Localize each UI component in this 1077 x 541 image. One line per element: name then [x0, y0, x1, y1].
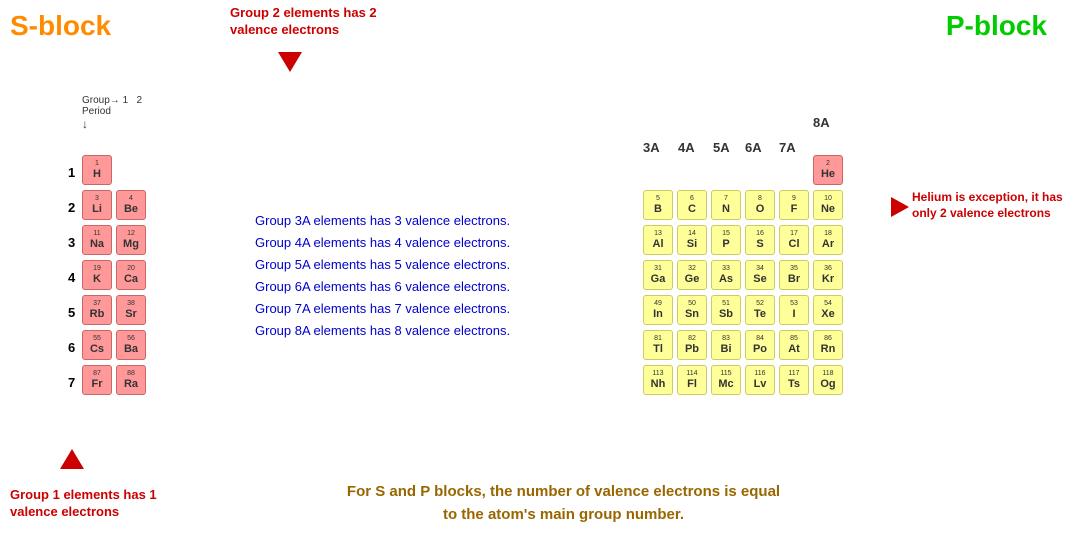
bottom-text-line2: to the atom's main group number. [443, 506, 684, 523]
s-block-label: S-block [10, 10, 111, 42]
element-In: 49 In [643, 295, 673, 325]
element-As: 33 As [711, 260, 741, 290]
element-Kr: 36 Kr [813, 260, 843, 290]
group-header: Group→ 1 2 Period ↓ [82, 95, 142, 131]
group-arrow-label: Group→ 1 [82, 95, 128, 106]
element-Br: 35 Br [779, 260, 809, 290]
element-Ga: 31 Ga [643, 260, 673, 290]
period-4: 4 [68, 270, 75, 285]
element-C: 6 C [677, 190, 707, 220]
element-Fr: 87 Fr [82, 365, 112, 395]
element-Li: 3 Li [82, 190, 112, 220]
page: S-block P-block Group 2 elements has 2 v… [0, 0, 1077, 541]
group-3a-info: Group 3A elements has 3 valence electron… [255, 210, 510, 232]
element-Xe: 54 Xe [813, 295, 843, 325]
group2-line2: valence electrons [230, 22, 339, 37]
element-Bi: 83 Bi [711, 330, 741, 360]
element-Rn: 86 Rn [813, 330, 843, 360]
p-block-label: P-block [946, 10, 1047, 42]
element-Sb: 51 Sb [711, 295, 741, 325]
element-Rb: 37 Rb [82, 295, 112, 325]
element-S: 16 S [745, 225, 775, 255]
group-5a-info: Group 5A elements has 5 valence electron… [255, 254, 510, 276]
element-Be: 4 Be [116, 190, 146, 220]
group1-arrow [60, 449, 84, 469]
element-N: 7 N [711, 190, 741, 220]
period-5: 5 [68, 305, 75, 320]
period-3: 3 [68, 235, 75, 250]
helium-annotation: Helium is exception, it has only 2 valen… [912, 190, 1072, 221]
element-At: 85 At [779, 330, 809, 360]
group2-annotation: Group 2 elements has 2 valence electrons [230, 5, 377, 39]
element-Ge: 32 Ge [677, 260, 707, 290]
element-He: 2 He [813, 155, 843, 185]
element-Mc: 115 Mc [711, 365, 741, 395]
period-1: 1 [68, 165, 75, 180]
element-Ba: 56 Ba [116, 330, 146, 360]
element-Lv: 116 Lv [745, 365, 775, 395]
header-3a: 3A [643, 140, 660, 155]
group2-line1: Group 2 elements has 2 [230, 5, 377, 20]
element-Sr: 38 Sr [116, 295, 146, 325]
header-8a: 8A [813, 115, 830, 130]
group-info-text: Group 3A elements has 3 valence electron… [255, 210, 510, 343]
element-I: 53 I [779, 295, 809, 325]
element-Sn: 50 Sn [677, 295, 707, 325]
header-4a: 4A [678, 140, 695, 155]
element-F: 9 F [779, 190, 809, 220]
element-Ra: 88 Ra [116, 365, 146, 395]
element-Po: 84 Po [745, 330, 775, 360]
element-Ts: 117 Ts [779, 365, 809, 395]
period-down-arrow: ↓ [82, 117, 88, 131]
header-7a: 7A [779, 140, 796, 155]
element-Pb: 82 Pb [677, 330, 707, 360]
bottom-text-line1: For S and P blocks, the number of valenc… [347, 483, 780, 500]
element-Te: 52 Te [745, 295, 775, 325]
he-annotation-line2: only 2 valence electrons [912, 206, 1051, 220]
group1-line1: Group 1 elements has 1 [10, 487, 157, 502]
element-Nh: 113 Nh [643, 365, 673, 395]
element-Ar: 18 Ar [813, 225, 843, 255]
element-Og: 118 Og [813, 365, 843, 395]
period-2: 2 [68, 200, 75, 215]
element-Se: 34 Se [745, 260, 775, 290]
element-Si: 14 Si [677, 225, 707, 255]
element-Tl: 81 Tl [643, 330, 673, 360]
element-Ne: 10 Ne [813, 190, 843, 220]
header-5a: 5A [713, 140, 730, 155]
element-Cl: 17 Cl [779, 225, 809, 255]
element-P: 15 P [711, 225, 741, 255]
period-label-text: Period [82, 106, 111, 117]
element-Na: 11 Na [82, 225, 112, 255]
element-Cs: 55 Cs [82, 330, 112, 360]
group-8a-info: Group 8A elements has 8 valence electron… [255, 320, 510, 342]
header-6a: 6A [745, 140, 762, 155]
period-7: 7 [68, 375, 75, 390]
group2-arrow [278, 52, 302, 72]
element-Fl: 114 Fl [677, 365, 707, 395]
group-7a-info: Group 7A elements has 7 valence electron… [255, 298, 510, 320]
element-O: 8 O [745, 190, 775, 220]
bottom-text: For S and P blocks, the number of valenc… [250, 481, 877, 526]
element-H: 1 H [82, 155, 112, 185]
period-6: 6 [68, 340, 75, 355]
element-K: 19 K [82, 260, 112, 290]
element-B: 5 B [643, 190, 673, 220]
element-Ca: 20 Ca [116, 260, 146, 290]
group-4a-info: Group 4A elements has 4 valence electron… [255, 232, 510, 254]
group-6a-info: Group 6A elements has 6 valence electron… [255, 276, 510, 298]
helium-arrow [891, 197, 909, 217]
element-Mg: 12 Mg [116, 225, 146, 255]
he-annotation-line1: Helium is exception, it has [912, 190, 1063, 204]
group1-line2: valence electrons [10, 504, 119, 519]
element-Al: 13 Al [643, 225, 673, 255]
group1-annotation: Group 1 elements has 1 valence electrons [10, 487, 157, 521]
